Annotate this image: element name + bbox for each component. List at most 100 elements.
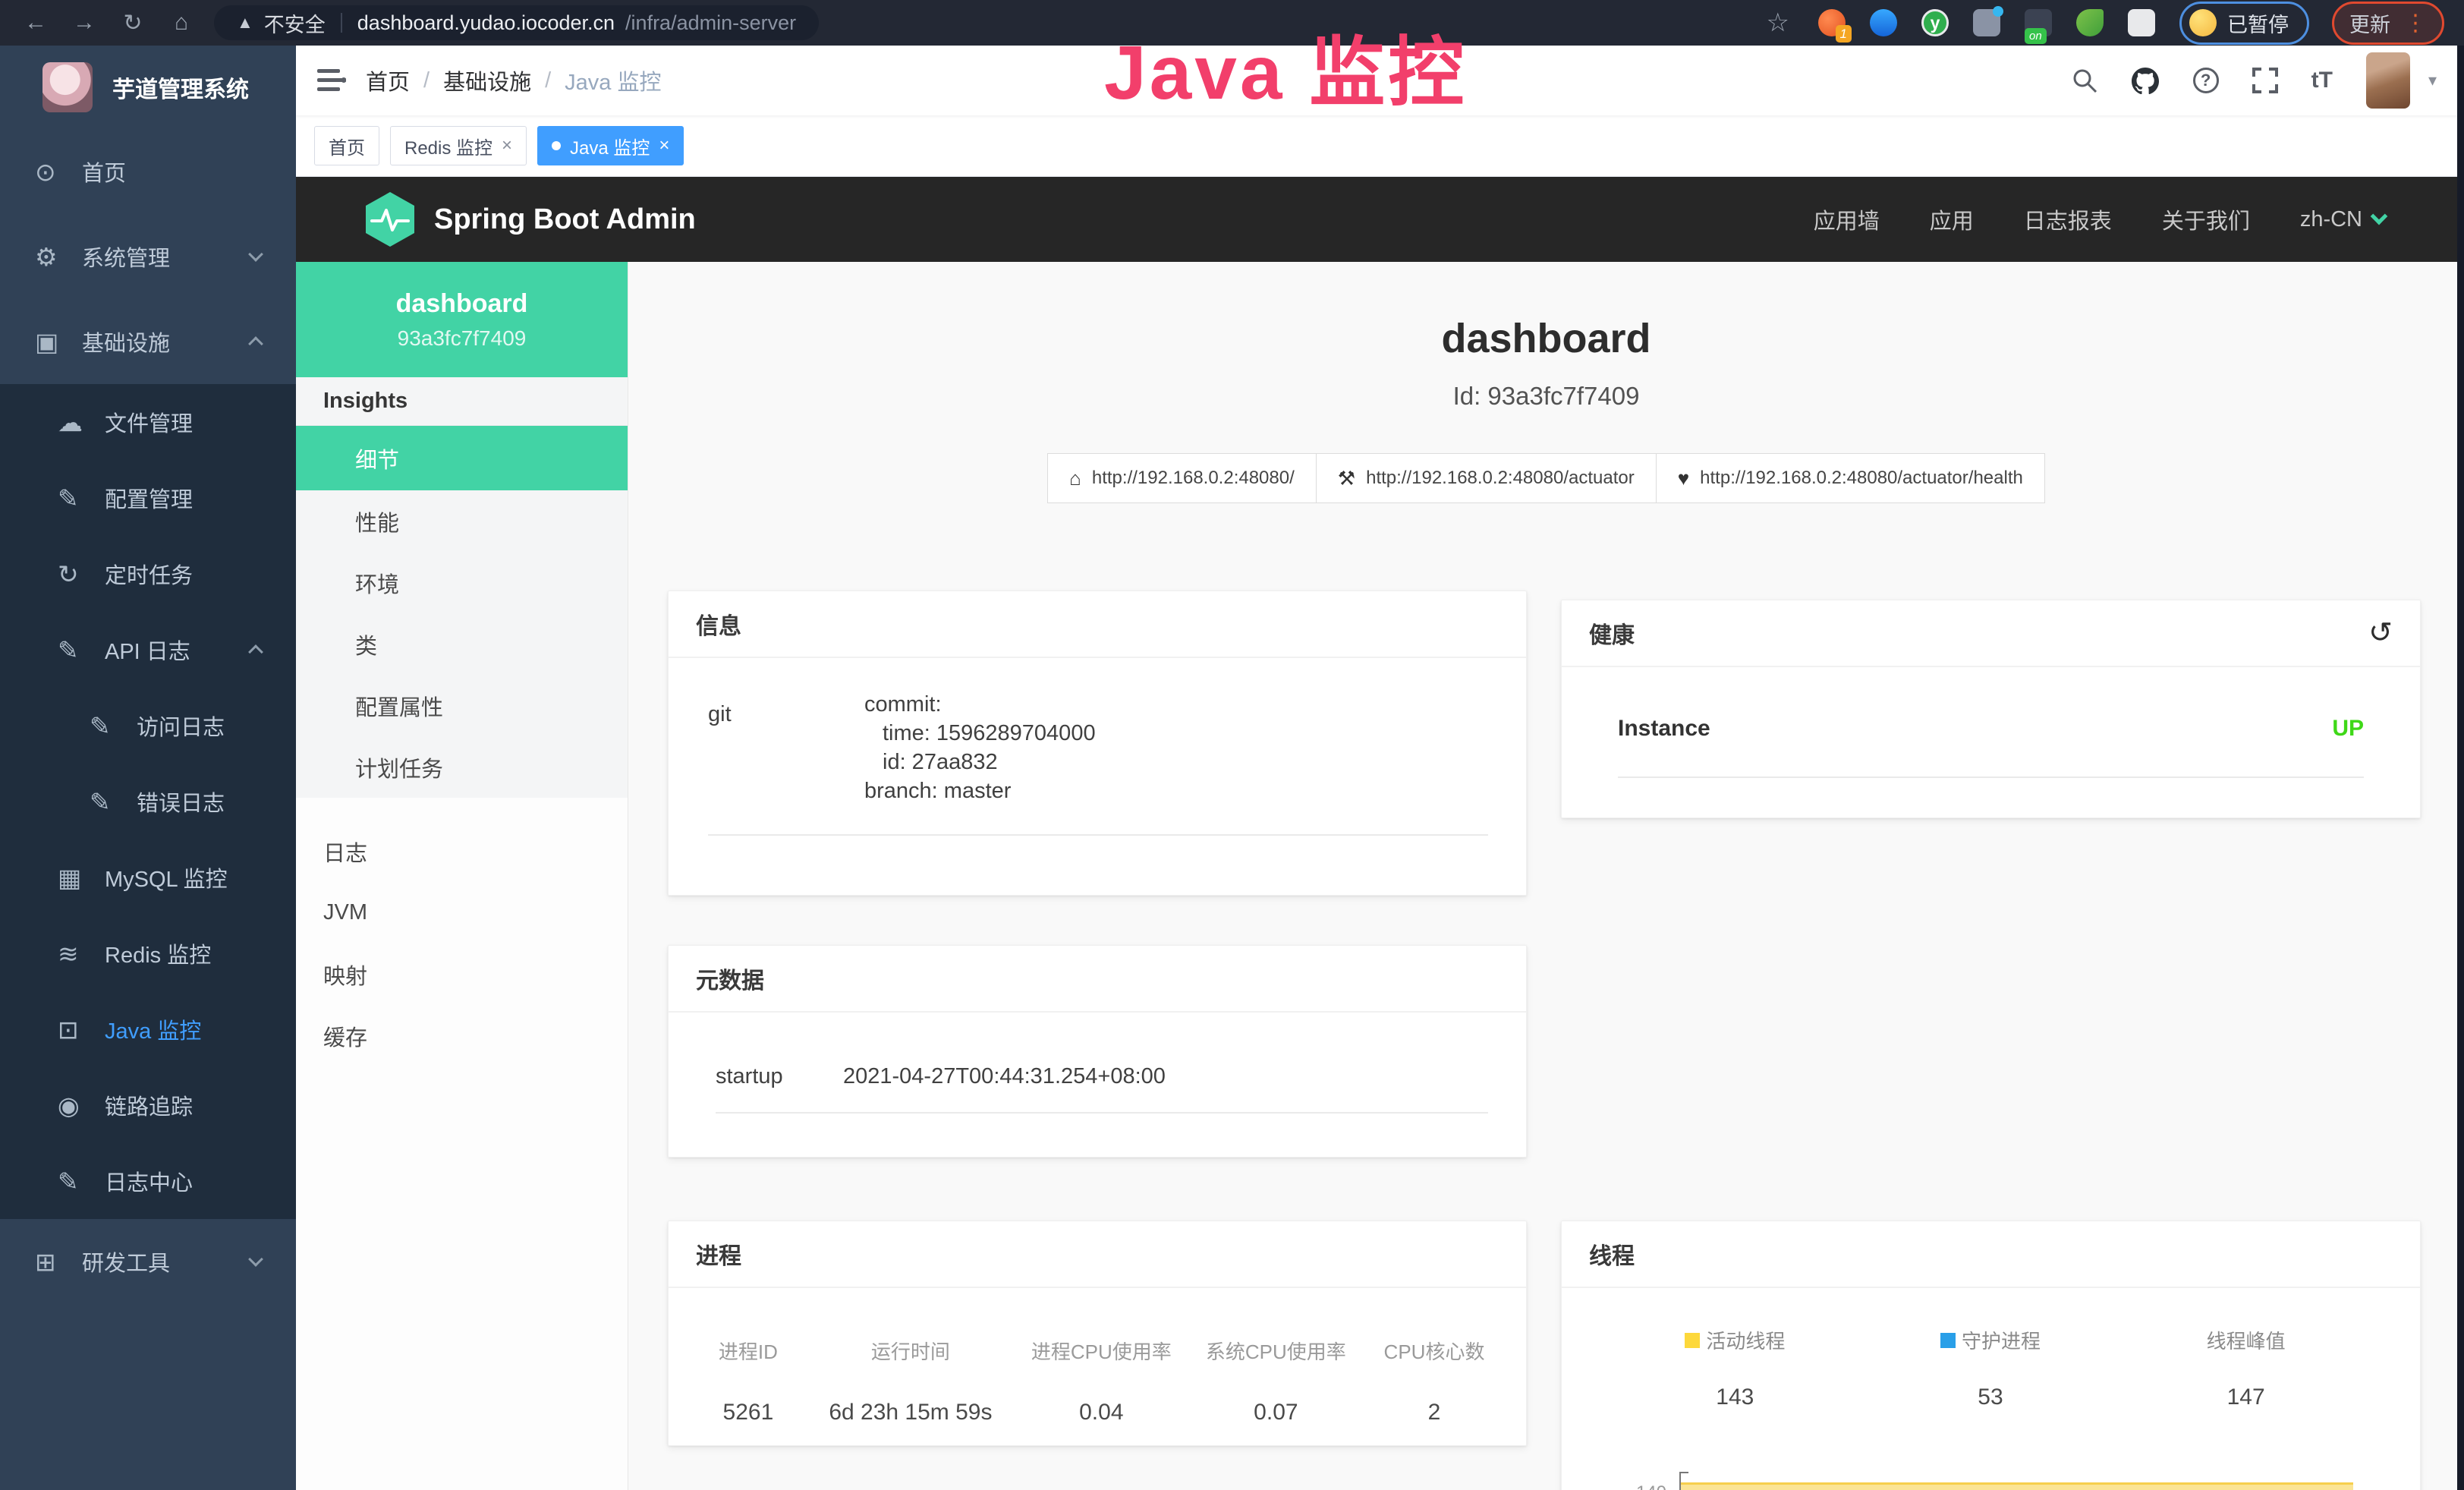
app-logo[interactable]: 芋道管理系统 bbox=[0, 46, 296, 129]
tag-redis-monitor[interactable]: Redis 监控 × bbox=[390, 126, 527, 165]
sidebar-item-access-logs[interactable]: ✎ 访问日志 bbox=[0, 688, 296, 764]
insights-item-environment[interactable]: 环境 bbox=[296, 552, 628, 613]
fullscreen-icon[interactable] bbox=[2252, 68, 2278, 93]
extension-on-badge: on bbox=[2025, 28, 2047, 44]
close-icon[interactable]: × bbox=[659, 135, 669, 156]
extension-icon-leaf[interactable] bbox=[2076, 9, 2104, 36]
close-icon[interactable]: × bbox=[502, 135, 512, 156]
edit-icon: ✎ bbox=[58, 635, 105, 665]
extension-icon-pin[interactable] bbox=[1870, 9, 1897, 36]
sidebar-item-infrastructure[interactable]: ▣ 基础设施 bbox=[0, 299, 296, 384]
sidebar-item-api-logs[interactable]: ✎ API 日志 bbox=[0, 612, 296, 688]
edit-icon: ✎ bbox=[90, 787, 137, 817]
sba-nav-journal[interactable]: 日志报表 bbox=[2024, 203, 2112, 235]
sidebar-item-mysql-monitor[interactable]: ▦ MySQL 监控 bbox=[0, 840, 296, 915]
emoji-face-icon bbox=[2189, 9, 2217, 36]
profile-paused-badge[interactable]: 已暂停 bbox=[2179, 2, 2309, 45]
sba-nav-wallboard[interactable]: 应用墙 bbox=[1814, 203, 1880, 235]
insights-item-classes[interactable]: 类 bbox=[296, 613, 628, 675]
search-icon[interactable] bbox=[2072, 68, 2097, 93]
breadcrumb-separator: / bbox=[423, 68, 430, 93]
update-label: 更新 bbox=[2349, 8, 2390, 38]
font-size-icon[interactable]: tT bbox=[2311, 68, 2333, 93]
insights-item-details[interactable]: 细节 bbox=[296, 426, 628, 490]
info-git-row: git commit: time: 1596289704000 id: 27aa… bbox=[708, 690, 1488, 805]
sidebar-item-dev-tools[interactable]: ⊞ 研发工具 bbox=[0, 1219, 296, 1304]
wrench-icon: ⚒ bbox=[1338, 467, 1355, 490]
status-badge: UP bbox=[2332, 716, 2364, 742]
user-menu-caret-icon[interactable]: ▾ bbox=[2428, 71, 2437, 90]
sidebar-item-java-monitor[interactable]: ⊡ Java 监控 bbox=[0, 991, 296, 1067]
instance-main: dashboard Id: 93a3fc7f7409 ⌂ http://192.… bbox=[628, 262, 2464, 1490]
health-card: 健康 ↺ Instance UP bbox=[1561, 600, 2421, 818]
back-icon[interactable]: ← bbox=[20, 10, 52, 36]
github-icon[interactable] bbox=[2131, 67, 2160, 94]
edit-icon: ✎ bbox=[58, 484, 105, 513]
health-url-link[interactable]: ♥ http://192.168.0.2:48080/actuator/heal… bbox=[1656, 453, 2045, 503]
tags-view-bar: 首页 Redis 监控 × Java 监控 × bbox=[296, 115, 2464, 177]
browser-update-button[interactable]: 更新 ⋮ bbox=[2332, 2, 2444, 45]
reload-icon[interactable]: ↻ bbox=[117, 10, 149, 36]
sba-body: dashboard 93a3fc7f7409 Insights 细节 性能 环境… bbox=[296, 262, 2464, 1490]
forward-icon[interactable]: → bbox=[68, 10, 100, 36]
extension-icon-grid[interactable] bbox=[1973, 9, 2000, 36]
insights-item-config-props[interactable]: 配置属性 bbox=[296, 675, 628, 736]
breadcrumb-separator: / bbox=[545, 68, 551, 93]
help-icon[interactable]: ? bbox=[2193, 68, 2219, 93]
actuator-url-link[interactable]: ⚒ http://192.168.0.2:48080/actuator bbox=[1316, 453, 1657, 503]
user-avatar[interactable] bbox=[2366, 52, 2410, 109]
sidebar-item-config-mgmt[interactable]: ✎ 配置管理 bbox=[0, 460, 296, 536]
process-table-header: 进程ID 运行时间 进程CPU使用率 系统CPU使用率 CPU核心数 bbox=[691, 1337, 1503, 1365]
sidebar-item-error-logs[interactable]: ✎ 错误日志 bbox=[0, 764, 296, 840]
insights-item-scheduled-tasks[interactable]: 计划任务 bbox=[296, 736, 628, 798]
sidebar-item-redis-monitor[interactable]: ≋ Redis 监控 bbox=[0, 915, 296, 991]
bookmark-star-icon[interactable]: ☆ bbox=[1767, 8, 1789, 38]
breadcrumb-home[interactable]: 首页 bbox=[366, 65, 410, 96]
sidebar-item-tracing[interactable]: ◉ 链路追踪 bbox=[0, 1067, 296, 1143]
sidebar-item-log-center[interactable]: ✎ 日志中心 bbox=[0, 1143, 296, 1219]
eye-icon: ◉ bbox=[58, 1091, 105, 1120]
sba-nav-applications[interactable]: 应用 bbox=[1930, 203, 1974, 235]
sidebar-item-home[interactable]: ⊙ 首页 bbox=[0, 129, 296, 214]
sidebar-item-file-mgmt[interactable]: ☁ 文件管理 bbox=[0, 384, 296, 460]
process-table-values: 5261 6d 23h 15m 59s 0.04 0.07 2 bbox=[691, 1400, 1503, 1425]
url-path: /infra/admin-server bbox=[625, 11, 796, 35]
sba-locale-select[interactable]: zh-CN bbox=[2300, 207, 2385, 232]
chevron-up-icon bbox=[248, 336, 263, 351]
instance-url-link[interactable]: ⌂ http://192.168.0.2:48080/ bbox=[1047, 453, 1317, 503]
history-icon[interactable]: ↺ bbox=[2368, 619, 2393, 647]
cpu-cores: 2 bbox=[1365, 1400, 1503, 1425]
insights-item-metrics[interactable]: 性能 bbox=[296, 490, 628, 552]
breadcrumb-infrastructure[interactable]: 基础设施 bbox=[443, 65, 531, 96]
monitor-icon: ▣ bbox=[35, 327, 82, 357]
browser-menu-icon[interactable]: ⋮ bbox=[2404, 10, 2427, 36]
top-navbar: 首页 / 基础设施 / Java 监控 ? tT ▾ bbox=[296, 46, 2464, 115]
health-key: Instance bbox=[1618, 716, 1710, 742]
sba-nav-about[interactable]: 关于我们 bbox=[2162, 203, 2250, 235]
cloud-icon: ☁ bbox=[58, 408, 105, 437]
sidebar-item-system-mgmt[interactable]: ⚙ 系统管理 bbox=[0, 214, 296, 299]
instance-item-logs[interactable]: 日志 bbox=[296, 821, 628, 882]
extension-icon-y[interactable]: y bbox=[1921, 9, 1949, 36]
extension-icon-orange[interactable]: 1 bbox=[1818, 9, 1846, 36]
url-bar[interactable]: ▲ 不安全 dashboard.yudao.iocoder.cn/infra/a… bbox=[214, 5, 819, 40]
instance-item-jvm[interactable]: JVM bbox=[296, 882, 628, 943]
url-separator bbox=[341, 13, 342, 33]
tag-java-monitor[interactable]: Java 监控 × bbox=[537, 126, 684, 165]
url-host: dashboard.yudao.iocoder.cn bbox=[357, 11, 615, 35]
screen: ← → ↻ ⌂ ▲ 不安全 dashboard.yudao.iocoder.cn… bbox=[0, 0, 2464, 1490]
threads-card: 线程 活动线程 143 守护进程 53 线 bbox=[1561, 1221, 2421, 1490]
instance-item-mappings[interactable]: 映射 bbox=[296, 943, 628, 1005]
instance-header[interactable]: dashboard 93a3fc7f7409 bbox=[296, 262, 628, 377]
home-icon[interactable]: ⌂ bbox=[165, 10, 197, 36]
sidebar-submenu-infrastructure: ☁ 文件管理 ✎ 配置管理 ↻ 定时任务 ✎ API 日志 ✎ 访问日志 ✎ bbox=[0, 384, 296, 1219]
instance-item-caches[interactable]: 缓存 bbox=[296, 1005, 628, 1066]
not-secure-label: 不安全 bbox=[264, 8, 326, 38]
hamburger-icon[interactable] bbox=[317, 68, 346, 93]
extension-icon-switch[interactable]: on bbox=[2025, 9, 2052, 36]
extensions-puzzle-icon[interactable] bbox=[2128, 9, 2155, 36]
sidebar-item-scheduled-tasks[interactable]: ↻ 定时任务 bbox=[0, 536, 296, 612]
legend-blue-icon bbox=[1940, 1333, 1956, 1348]
edit-icon: ✎ bbox=[58, 1167, 105, 1196]
tag-home[interactable]: 首页 bbox=[314, 126, 379, 165]
